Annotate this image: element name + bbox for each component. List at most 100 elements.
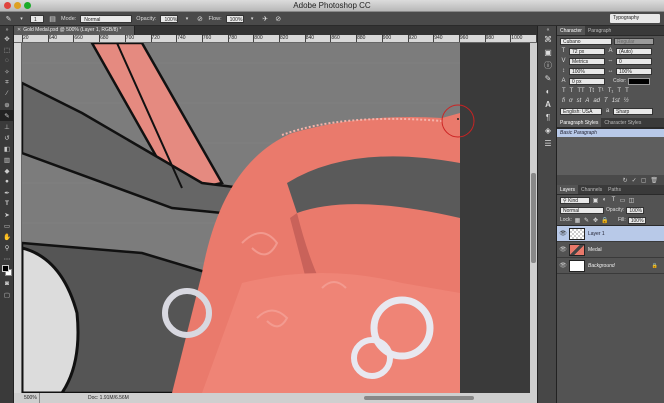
text-color-swatch[interactable]: [628, 77, 651, 85]
chevron-down-icon[interactable]: ▾: [182, 14, 191, 23]
faux-style-button[interactable]: T: [570, 88, 574, 94]
layer-row-medal[interactable]: 👁 Medal: [557, 242, 664, 258]
flow-input[interactable]: 100%: [225, 14, 244, 23]
mode-select[interactable]: Normal: [80, 14, 133, 23]
layer-comps-icon[interactable]: ☰: [538, 137, 558, 150]
eye-icon[interactable]: 👁: [557, 262, 569, 269]
anti-alias-select[interactable]: Sharp: [613, 107, 653, 115]
chevron-down-icon[interactable]: ▾: [17, 14, 26, 23]
redefine-style-icon[interactable]: ✓: [632, 177, 637, 184]
document-info[interactable]: Doc: 1.91M/6.56M: [40, 395, 129, 401]
workspace-switcher[interactable]: Typography: [610, 14, 660, 23]
brush-size-picker[interactable]: 1: [30, 14, 44, 23]
blend-mode-select[interactable]: Normal: [560, 206, 604, 214]
close-tab-icon[interactable]: ✕: [17, 27, 21, 33]
gradient-tool-icon[interactable]: ▥: [0, 154, 14, 165]
character-panel-icon[interactable]: A: [538, 98, 558, 111]
opentype-feature-button[interactable]: 1st: [612, 98, 620, 104]
lock-transparent-icon[interactable]: ▦: [574, 217, 581, 224]
font-style-select[interactable]: Regular: [614, 37, 654, 45]
horizontal-scroll-thumb[interactable]: [364, 396, 474, 400]
move-tool-icon[interactable]: ✥: [0, 33, 14, 44]
vertical-scale-input[interactable]: 100%: [569, 67, 605, 75]
marquee-tool-icon[interactable]: ⬚: [0, 44, 14, 55]
tab-channels[interactable]: Channels: [578, 185, 605, 194]
screen-mode-icon[interactable]: ▢: [0, 289, 14, 300]
document-canvas[interactable]: [22, 43, 530, 393]
filter-adjustment-icon[interactable]: ◐: [601, 197, 608, 203]
healing-brush-tool-icon[interactable]: ⊕: [0, 99, 14, 110]
more-tools-icon[interactable]: ⋯: [0, 253, 14, 264]
faux-style-button[interactable]: T₁: [608, 88, 614, 94]
zoom-level[interactable]: 500%: [14, 393, 40, 403]
fill-input[interactable]: 100%: [627, 216, 646, 224]
vertical-scroll-thumb[interactable]: [531, 173, 536, 263]
styles-panel-icon[interactable]: ◈: [538, 124, 558, 137]
foreground-color-swatch[interactable]: [2, 265, 9, 272]
faux-style-button[interactable]: TT: [577, 88, 584, 94]
pen-tool-icon[interactable]: ✒: [0, 187, 14, 198]
crop-tool-icon[interactable]: ⌗: [0, 77, 14, 88]
vertical-scrollbar[interactable]: [530, 43, 537, 393]
document-tab[interactable]: ✕ Gold Medal.psd @ 500% (Layer 1, RGB/8) …: [14, 26, 135, 35]
faux-style-button[interactable]: T: [617, 88, 621, 94]
faux-style-button[interactable]: T: [562, 88, 566, 94]
history-brush-tool-icon[interactable]: ↺: [0, 132, 14, 143]
color-swatches[interactable]: [0, 264, 14, 278]
chevron-down-icon[interactable]: ▾: [248, 14, 257, 23]
path-selection-tool-icon[interactable]: ➤: [0, 209, 14, 220]
opentype-feature-button[interactable]: T: [604, 98, 608, 104]
faux-style-button[interactable]: Tt: [589, 88, 594, 94]
tab-character[interactable]: Character: [557, 26, 585, 35]
opentype-feature-button[interactable]: A: [585, 98, 589, 104]
opentype-feature-button[interactable]: fi: [562, 98, 565, 104]
quick-selection-tool-icon[interactable]: ✧: [0, 66, 14, 77]
tab-paragraph-styles[interactable]: Paragraph Styles: [557, 118, 602, 127]
baseline-shift-input[interactable]: 0 px: [569, 77, 605, 85]
eraser-tool-icon[interactable]: ◧: [0, 143, 14, 154]
leading-select[interactable]: (Auto): [616, 47, 652, 55]
language-select[interactable]: English: USA: [560, 107, 602, 115]
faux-style-button[interactable]: T¹: [598, 88, 604, 94]
clone-stamp-tool-icon[interactable]: ⊥: [0, 121, 14, 132]
delete-style-icon[interactable]: 🗑: [650, 177, 658, 184]
tab-paths[interactable]: Paths: [605, 185, 624, 194]
layer-row-layer-1[interactable]: 👁 Layer 1: [557, 226, 664, 242]
layer-row-background[interactable]: 👁 Background 🔒: [557, 258, 664, 274]
opentype-feature-button[interactable]: ơ: [569, 98, 573, 104]
airbrush-icon[interactable]: ✈: [261, 14, 270, 23]
horizontal-scale-input[interactable]: 100%: [616, 67, 652, 75]
clear-override-icon[interactable]: ↻: [623, 177, 628, 184]
eye-icon[interactable]: 👁: [557, 246, 569, 253]
brush-tool-preset-icon[interactable]: ✎: [4, 14, 13, 23]
collapse-panels-icon[interactable]: «: [538, 26, 558, 33]
pressure-size-icon[interactable]: ⊘: [274, 14, 283, 23]
info-icon[interactable]: ⓘ: [538, 59, 558, 72]
eyedropper-tool-icon[interactable]: ⁄: [0, 88, 14, 99]
history-icon[interactable]: ⌘: [538, 33, 558, 46]
paragraph-panel-icon[interactable]: ¶: [538, 111, 558, 124]
filter-pixel-icon[interactable]: ▣: [592, 197, 599, 204]
dodge-tool-icon[interactable]: ●: [0, 176, 14, 187]
lasso-tool-icon[interactable]: ◌: [0, 55, 14, 66]
tab-paragraph[interactable]: Paragraph: [585, 26, 614, 35]
quick-mask-icon[interactable]: ◙: [0, 278, 14, 289]
font-size-select[interactable]: 72 px: [569, 47, 605, 55]
blur-tool-icon[interactable]: ◆: [0, 165, 14, 176]
tab-character-styles[interactable]: Character Styles: [601, 118, 644, 127]
eye-icon[interactable]: 👁: [557, 230, 569, 237]
zoom-tool-icon[interactable]: ⚲: [0, 242, 14, 253]
layer-name[interactable]: Layer 1: [588, 231, 605, 237]
new-style-icon[interactable]: ▢: [641, 177, 647, 184]
opentype-feature-button[interactable]: ad: [593, 98, 600, 104]
layer-name[interactable]: Medal: [588, 247, 602, 253]
opentype-feature-button[interactable]: ½: [624, 98, 629, 104]
lock-image-icon[interactable]: ✎: [583, 217, 590, 224]
collapse-tools-icon[interactable]: »: [0, 26, 14, 33]
filter-smart-object-icon[interactable]: ◫: [628, 197, 635, 204]
brush-tool-icon[interactable]: ✎: [0, 110, 14, 121]
opentype-feature-button[interactable]: st: [577, 98, 582, 104]
opacity-input[interactable]: 100%: [160, 14, 179, 23]
layer-filter-select[interactable]: ⚲ Kind: [560, 196, 590, 204]
filter-type-icon[interactable]: T: [610, 197, 617, 203]
